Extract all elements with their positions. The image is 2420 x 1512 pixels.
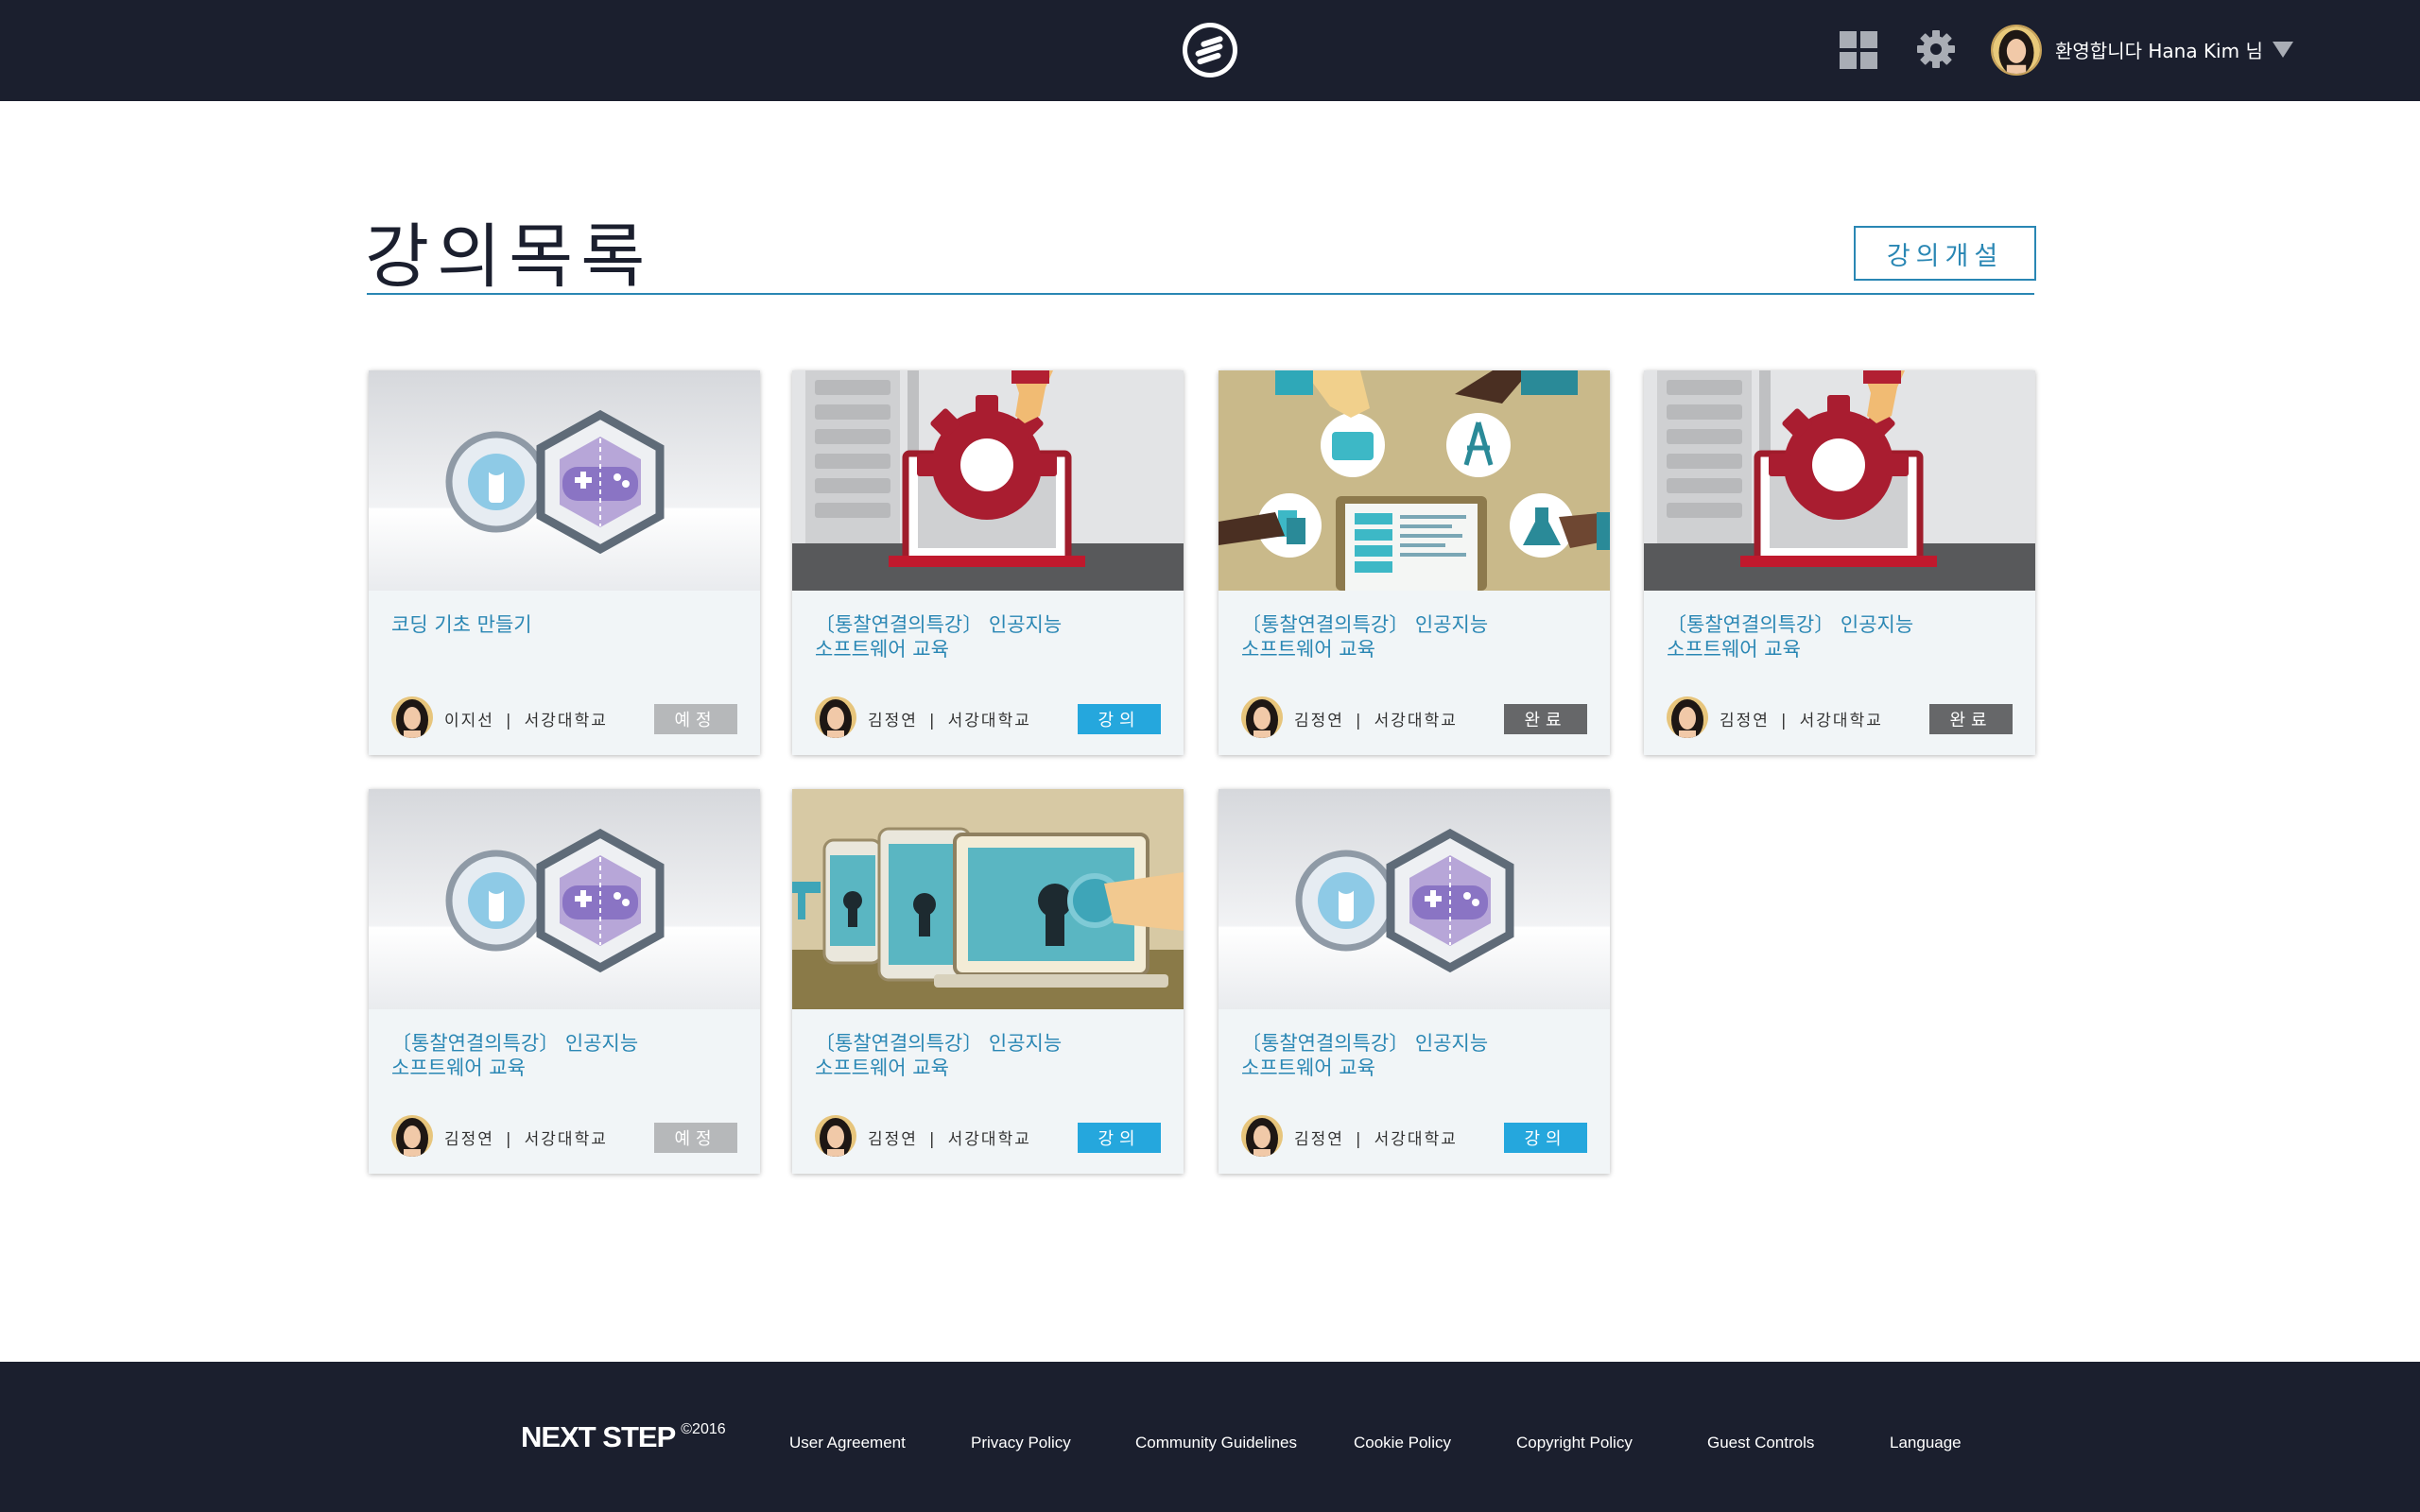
- school-name: 서강대학교: [1374, 712, 1458, 730]
- instructor-avatar: [1241, 1115, 1283, 1157]
- meta-separator: |: [505, 712, 513, 730]
- school-name: 서강대학교: [1374, 1130, 1458, 1149]
- user-avatar[interactable]: [1991, 25, 2042, 76]
- course-title-line[interactable]: 소프트웨어 교육: [1241, 637, 1591, 662]
- meta-separator: |: [928, 712, 937, 730]
- school-name: 서강대학교: [524, 1130, 608, 1149]
- course-meta: 김정연 | 서강대학교: [868, 1125, 1031, 1149]
- instructor-avatar: [391, 1115, 433, 1157]
- course-title-line[interactable]: 소프트웨어 교육: [1667, 637, 2016, 662]
- footer-link-community-guidelines[interactable]: Community Guidelines: [1135, 1434, 1297, 1452]
- course-thumbnail[interactable]: [1219, 370, 1610, 591]
- course-card[interactable]: 〔통찰연결의특강〕 인공지능 소프트웨어 교육 김정연 | 서강대학교 완료: [1644, 370, 2035, 755]
- instructor-avatar: [815, 1115, 856, 1157]
- status-badge: 강의: [1078, 704, 1161, 734]
- course-title-line[interactable]: 〔통찰연결의특강〕 인공지능: [1241, 612, 1591, 637]
- course-card[interactable]: 〔통찰연결의특강〕 인공지능 소프트웨어 교육 김정연 | 서강대학교 완료: [1219, 370, 1610, 755]
- meta-separator: |: [505, 1130, 513, 1149]
- course-title[interactable]: 코딩 기초 만들기: [391, 612, 741, 637]
- course-title[interactable]: 〔통찰연결의특강〕 인공지능 소프트웨어 교육: [1241, 1031, 1591, 1080]
- course-title[interactable]: 〔통찰연결의특강〕 인공지능 소프트웨어 교육: [1667, 612, 2016, 662]
- meta-separator: |: [1355, 1130, 1363, 1149]
- school-name: 서강대학교: [1799, 712, 1883, 730]
- status-badge: 완료: [1504, 704, 1587, 734]
- course-title-line[interactable]: 코딩 기초 만들기: [391, 612, 741, 637]
- copyright-text: ©2016: [681, 1421, 726, 1437]
- meta-separator: |: [1780, 712, 1789, 730]
- course-meta: 김정연 | 서강대학교: [1294, 707, 1458, 730]
- course-title-line[interactable]: 〔통찰연결의특강〕 인공지능: [815, 612, 1165, 637]
- course-thumbnail[interactable]: [1219, 789, 1610, 1009]
- footer-link-cookie-policy[interactable]: Cookie Policy: [1354, 1434, 1451, 1452]
- instructor-name: 김정연: [1294, 712, 1344, 730]
- course-meta: 김정연 | 서강대학교: [1294, 1125, 1458, 1149]
- course-title-line[interactable]: 소프트웨어 교육: [1241, 1056, 1591, 1080]
- welcome-message: 환영합니다 Hana Kim 님: [2055, 40, 2263, 62]
- course-title-line[interactable]: 소프트웨어 교육: [815, 637, 1165, 662]
- instructor-avatar: [815, 696, 856, 738]
- instructor-avatar: [1667, 696, 1708, 738]
- meta-separator: |: [928, 1130, 937, 1149]
- course-title-line[interactable]: 소프트웨어 교육: [815, 1056, 1165, 1080]
- course-title-line[interactable]: 〔통찰연결의특강〕 인공지능: [815, 1031, 1165, 1056]
- instructor-avatar: [1241, 696, 1283, 738]
- footer-link-privacy-policy[interactable]: Privacy Policy: [971, 1434, 1071, 1452]
- course-thumbnail[interactable]: [1644, 370, 2035, 591]
- brand-logo-icon[interactable]: [1183, 23, 1237, 77]
- course-title[interactable]: 〔통찰연결의특강〕 인공지능 소프트웨어 교육: [391, 1031, 741, 1080]
- top-navigation-bar: 환영합니다 Hana Kim 님: [0, 0, 2420, 101]
- course-thumbnail[interactable]: [369, 370, 760, 591]
- course-meta: 김정연 | 서강대학교: [444, 1125, 608, 1149]
- gear-icon[interactable]: [1915, 28, 1957, 70]
- course-title-line[interactable]: 〔통찰연결의특강〕 인공지능: [1667, 612, 2016, 637]
- course-thumbnail[interactable]: [369, 789, 760, 1009]
- course-title-line[interactable]: 〔통찰연결의특강〕 인공지능: [391, 1031, 741, 1056]
- page-title: 강의목록: [365, 216, 653, 298]
- course-meta: 김정연 | 서강대학교: [868, 707, 1031, 730]
- footer-link-guest-controls[interactable]: Guest Controls: [1707, 1434, 1814, 1452]
- course-card[interactable]: 코딩 기초 만들기 이지선 | 서강대학교 예정: [369, 370, 760, 755]
- status-badge: 강의: [1078, 1123, 1161, 1153]
- instructor-name: 김정연: [868, 712, 918, 730]
- footer-link-copyright-policy[interactable]: Copyright Policy: [1516, 1434, 1633, 1452]
- course-title[interactable]: 〔통찰연결의특강〕 인공지능 소프트웨어 교육: [815, 612, 1165, 662]
- status-badge: 완료: [1929, 704, 2013, 734]
- instructor-name: 김정연: [1294, 1130, 1344, 1149]
- course-title[interactable]: 〔통찰연결의특강〕 인공지능 소프트웨어 교육: [815, 1031, 1165, 1080]
- footer-brand: NEXT STEP ©2016: [521, 1420, 726, 1454]
- course-meta: 김정연 | 서강대학교: [1720, 707, 1883, 730]
- course-card[interactable]: 〔통찰연결의특강〕 인공지능 소프트웨어 교육 김정연 | 서강대학교 강의: [1219, 789, 1610, 1174]
- course-card[interactable]: 〔통찰연결의특강〕 인공지능 소프트웨어 교육 김정연 | 서강대학교 예정: [369, 789, 760, 1174]
- title-divider: [367, 293, 2034, 295]
- course-thumbnail[interactable]: [792, 789, 1184, 1009]
- course-title-line[interactable]: 〔통찰연결의특강〕 인공지능: [1241, 1031, 1591, 1056]
- status-badge: 강의: [1504, 1123, 1587, 1153]
- instructor-avatar: [391, 696, 433, 738]
- school-name: 서강대학교: [947, 1130, 1031, 1149]
- course-thumbnail[interactable]: [792, 370, 1184, 591]
- grid-icon[interactable]: [1840, 31, 1877, 69]
- meta-separator: |: [1355, 712, 1363, 730]
- course-card[interactable]: 〔통찰연결의특강〕 인공지능 소프트웨어 교육 김정연 | 서강대학교 강의: [792, 789, 1184, 1174]
- course-card[interactable]: 〔통찰연결의특강〕 인공지능 소프트웨어 교육 김정연 | 서강대학교 강의: [792, 370, 1184, 755]
- course-meta: 이지선 | 서강대학교: [444, 707, 608, 730]
- footer: NEXT STEP ©2016 User Agreement Privacy Po…: [0, 1362, 2420, 1512]
- course-title-line[interactable]: 소프트웨어 교육: [391, 1056, 741, 1080]
- instructor-name: 이지선: [444, 712, 494, 730]
- instructor-name: 김정연: [868, 1130, 918, 1149]
- brand-name: NEXT STEP: [521, 1420, 676, 1453]
- status-badge: 예정: [654, 704, 737, 734]
- school-name: 서강대학교: [947, 712, 1031, 730]
- caret-down-icon[interactable]: [2273, 42, 2293, 58]
- school-name: 서강대학교: [524, 712, 608, 730]
- course-title[interactable]: 〔통찰연결의특강〕 인공지능 소프트웨어 교육: [1241, 612, 1591, 662]
- open-course-button[interactable]: 강의개설: [1854, 226, 2036, 281]
- instructor-name: 김정연: [1720, 712, 1770, 730]
- footer-link-user-agreement[interactable]: User Agreement: [789, 1434, 906, 1452]
- status-badge: 예정: [654, 1123, 737, 1153]
- footer-link-language[interactable]: Language: [1890, 1434, 1962, 1452]
- instructor-name: 김정연: [444, 1130, 494, 1149]
